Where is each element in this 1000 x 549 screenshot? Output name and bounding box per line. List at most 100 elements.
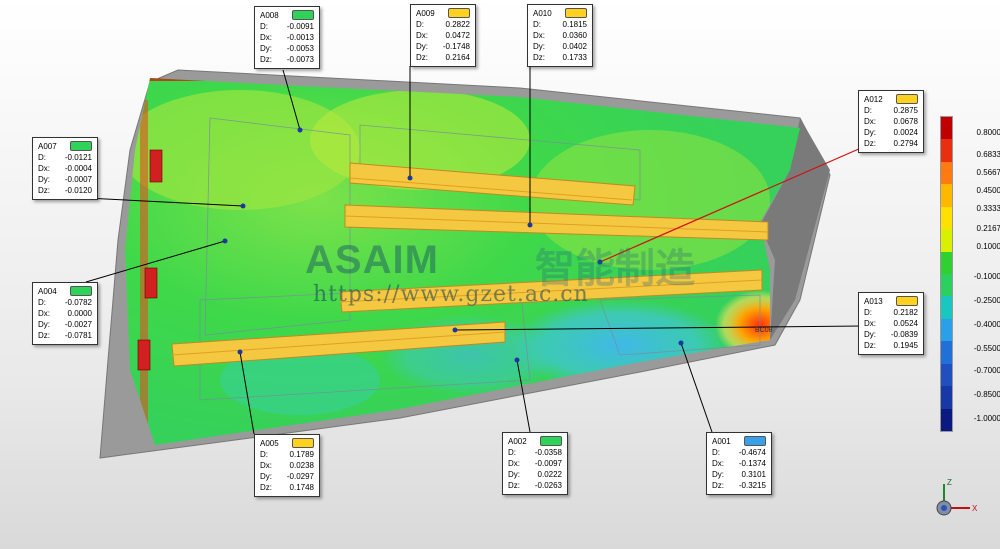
callout-a009[interactable]: A009 D: 0.2822 Dx: 0.0472 Dy: -0.1748 Dz: 0.2164 (410, 4, 476, 67)
callout-row-d: D: -0.0358 (508, 447, 562, 458)
status-swatch (896, 94, 918, 104)
row-label: Dz: (864, 139, 876, 148)
row-value: 0.0472 (445, 31, 470, 40)
callout-row-dz: Dz: 0.1748 (260, 482, 314, 493)
row-value: 0.0402 (562, 42, 587, 51)
callout-id: A004 (38, 286, 57, 296)
legend-tick: 0.6833 (976, 150, 1000, 159)
row-label: Dz: (864, 341, 876, 350)
callout-a001[interactable]: A001 D: -0.4674 Dx: -0.1374 Dy: 0.3101 Dz: -0.32… (706, 432, 772, 495)
row-value: 0.0238 (289, 461, 314, 470)
callout-id: A007 (38, 141, 57, 151)
callout-row-dx: Dx: 0.0238 (260, 460, 314, 471)
row-label: Dy: (260, 44, 272, 53)
triad-x-label: X (972, 504, 978, 513)
callout-a007[interactable]: A007 D: -0.0121 Dx: -0.0004 Dy: -0.0007 Dz: -0.0… (32, 137, 98, 200)
scan-viewport[interactable]: BC08 (0, 0, 1000, 549)
callout-row-dy: Dy: -0.0839 (864, 329, 918, 340)
row-value: -0.1374 (738, 459, 766, 468)
legend-tick: -0.4000 (973, 320, 1000, 329)
callout-id: A008 (260, 10, 279, 20)
row-label: Dx: (260, 33, 272, 42)
row-label: Dy: (38, 320, 50, 329)
callout-row-d: D: -0.0121 (38, 152, 92, 163)
legend-tick: -0.5500 (973, 344, 1000, 353)
orientation-triad[interactable]: Z X (932, 478, 982, 528)
row-value: -0.3215 (738, 481, 766, 490)
row-label: Dy: (864, 128, 876, 137)
callout-row-d: D: 0.1789 (260, 449, 314, 460)
callout-id: A005 (260, 438, 279, 448)
callout-id: A009 (416, 8, 435, 18)
row-value: -0.1748 (442, 42, 470, 51)
status-swatch (744, 436, 766, 446)
callout-row-dz: Dz: -0.0263 (508, 480, 562, 491)
callout-id: A002 (508, 436, 527, 446)
row-label: D: (416, 20, 424, 29)
row-label: Dx: (260, 461, 272, 470)
row-label: Dz: (508, 481, 520, 490)
row-value: -0.4674 (738, 448, 766, 457)
callout-row-dy: Dy: 0.0222 (508, 469, 562, 480)
callout-row-dx: Dx: 0.0472 (416, 30, 470, 41)
callout-row-dy: Dy: -0.1748 (416, 41, 470, 52)
legend-tick: 0.8000 (976, 128, 1000, 137)
triad-z-label: Z (947, 478, 952, 487)
row-value: 0.0222 (537, 470, 562, 479)
legend-tick: 0.4500 (976, 186, 1000, 195)
callout-a005[interactable]: A005 D: 0.1789 Dx: 0.0238 Dy: -0.0297 Dz: 0.1748 (254, 434, 320, 497)
row-value: 0.2794 (893, 139, 918, 148)
row-value: 0.1815 (562, 20, 587, 29)
row-value: 0.0000 (67, 309, 92, 318)
callout-row-dy: Dy: 0.0024 (864, 127, 918, 138)
row-value: -0.0007 (64, 175, 92, 184)
callout-header: A005 (260, 437, 314, 449)
callout-row-dz: Dz: 0.1945 (864, 340, 918, 351)
status-swatch (292, 438, 314, 448)
callout-row-d: D: 0.2875 (864, 105, 918, 116)
callout-a008[interactable]: A008 D: -0.0091 Dx: -0.0013 Dy: -0.0053 Dz: -0.0… (254, 6, 320, 69)
row-label: Dy: (508, 470, 520, 479)
status-swatch (70, 141, 92, 151)
callout-row-dz: Dz: -0.0073 (260, 54, 314, 65)
callout-row-dz: Dz: 0.2164 (416, 52, 470, 63)
legend-tick: -0.7000 (973, 366, 1000, 375)
status-swatch (565, 8, 587, 18)
callout-a012[interactable]: A012 D: 0.2875 Dx: 0.0678 Dy: 0.0024 Dz: 0.2794 (858, 90, 924, 153)
row-label: Dx: (712, 459, 724, 468)
legend-tick: 0.2167 (976, 224, 1000, 233)
row-label: D: (260, 22, 268, 31)
row-value: -0.0781 (64, 331, 92, 340)
row-label: Dz: (533, 53, 545, 62)
row-value: -0.0053 (286, 44, 314, 53)
row-label: Dx: (533, 31, 545, 40)
callout-a002[interactable]: A002 D: -0.0358 Dx: -0.0097 Dy: 0.0222 Dz: -0.02… (502, 432, 568, 495)
callout-a013[interactable]: A013 D: 0.2182 Dx: 0.0524 Dy: -0.0839 Dz: 0.1945 (858, 292, 924, 355)
row-label: Dy: (38, 175, 50, 184)
row-value: -0.0121 (64, 153, 92, 162)
legend-tick: -0.2500 (973, 296, 1000, 305)
callout-a004[interactable]: A004 D: -0.0782 Dx: 0.0000 Dy: -0.0027 Dz: -0.07… (32, 282, 98, 345)
row-label: D: (864, 106, 872, 115)
row-label: Dy: (864, 330, 876, 339)
callout-row-d: D: 0.2822 (416, 19, 470, 30)
callout-id: A010 (533, 8, 552, 18)
callout-header: A007 (38, 140, 92, 152)
row-label: D: (38, 298, 46, 307)
callout-row-dz: Dz: -0.0120 (38, 185, 92, 196)
callout-row-d: D: 0.1815 (533, 19, 587, 30)
callout-header: A009 (416, 7, 470, 19)
row-label: Dx: (38, 164, 50, 173)
row-label: Dx: (864, 117, 876, 126)
watermark-url: https://www.gzet.ac.cn (313, 282, 589, 307)
callout-row-dz: Dz: -0.0781 (38, 330, 92, 341)
row-value: 0.1733 (562, 53, 587, 62)
callout-a010[interactable]: A010 D: 0.1815 Dx: 0.0360 Dy: 0.0402 Dz: 0.1733 (527, 4, 593, 67)
legend-segment (941, 251, 952, 274)
row-value: -0.0782 (64, 298, 92, 307)
row-value: -0.0263 (534, 481, 562, 490)
callout-row-dx: Dx: 0.0360 (533, 30, 587, 41)
callout-header: A013 (864, 295, 918, 307)
callout-row-dx: Dx: -0.0013 (260, 32, 314, 43)
row-value: 0.3101 (741, 470, 766, 479)
